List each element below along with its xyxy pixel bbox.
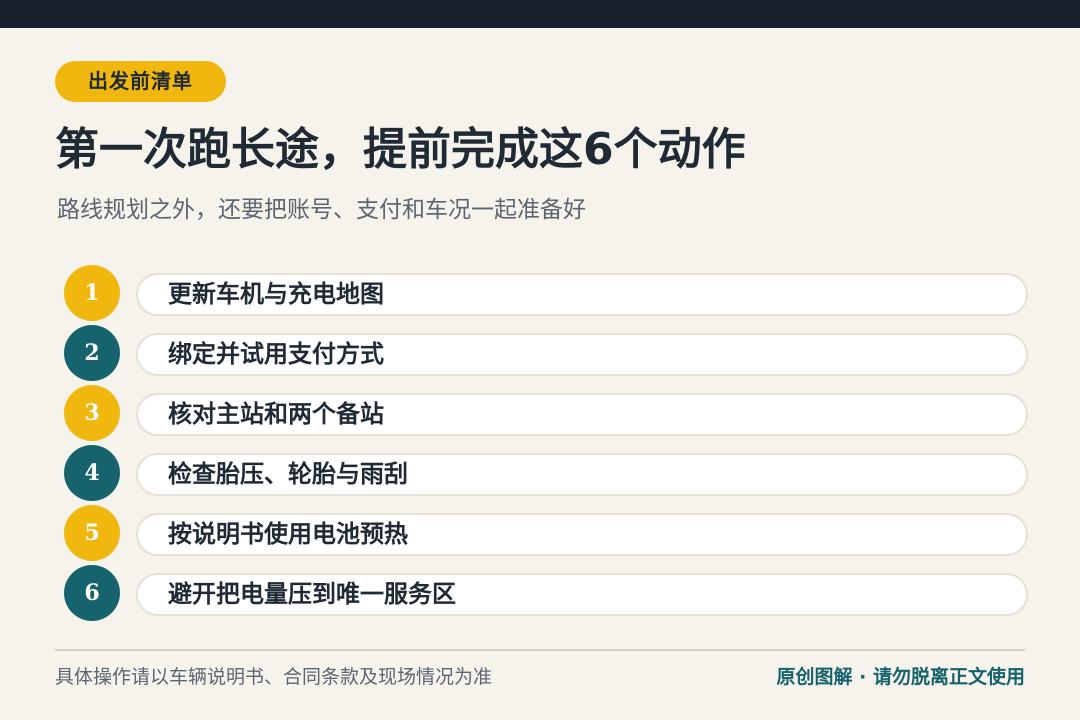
footer-divider <box>55 649 1025 651</box>
checklist-item-label: 检查胎压、轮胎与雨刮 <box>168 460 408 488</box>
footer-disclaimer: 具体操作请以车辆说明书、合同条款及现场情况为准 <box>55 666 493 688</box>
checklist-item-card: 按说明书使用电池预热 <box>136 513 1028 556</box>
checklist-item-label: 避开把电量压到唯一服务区 <box>168 580 456 608</box>
checklist-item-card: 更新车机与充电地图 <box>136 273 1028 316</box>
checklist-item-card: 检查胎压、轮胎与雨刮 <box>136 453 1028 496</box>
checklist-item: 1 更新车机与充电地图 <box>0 263 1080 323</box>
checklist-item: 6 避开把电量压到唯一服务区 <box>0 563 1080 623</box>
step-number-badge: 5 <box>64 505 120 561</box>
step-number-badge: 6 <box>64 565 120 621</box>
checklist-item: 4 检查胎压、轮胎与雨刮 <box>0 443 1080 503</box>
page-subtitle: 路线规划之外，还要把账号、支付和车况一起准备好 <box>57 197 586 223</box>
checklist-item-label: 核对主站和两个备站 <box>168 400 384 428</box>
category-tag: 出发前清单 <box>55 61 226 102</box>
step-number-badge: 4 <box>64 445 120 501</box>
step-number-badge: 1 <box>64 265 120 321</box>
top-bar <box>0 0 1080 28</box>
step-number-badge: 2 <box>64 325 120 381</box>
footer-credit: 原创图解 · 请勿脱离正文使用 <box>776 666 1025 688</box>
checklist-item-card: 避开把电量压到唯一服务区 <box>136 573 1028 616</box>
checklist-item: 3 核对主站和两个备站 <box>0 383 1080 443</box>
checklist-item: 2 绑定并试用支付方式 <box>0 323 1080 383</box>
checklist-item-label: 绑定并试用支付方式 <box>168 340 384 368</box>
page-title: 第一次跑长途，提前完成这6个动作 <box>55 124 746 175</box>
checklist-item-card: 绑定并试用支付方式 <box>136 333 1028 376</box>
checklist-item-card: 核对主站和两个备站 <box>136 393 1028 436</box>
checklist-item-label: 更新车机与充电地图 <box>168 280 384 308</box>
checklist-item: 5 按说明书使用电池预热 <box>0 503 1080 563</box>
checklist-item-label: 按说明书使用电池预热 <box>168 520 408 548</box>
step-number-badge: 3 <box>64 385 120 441</box>
